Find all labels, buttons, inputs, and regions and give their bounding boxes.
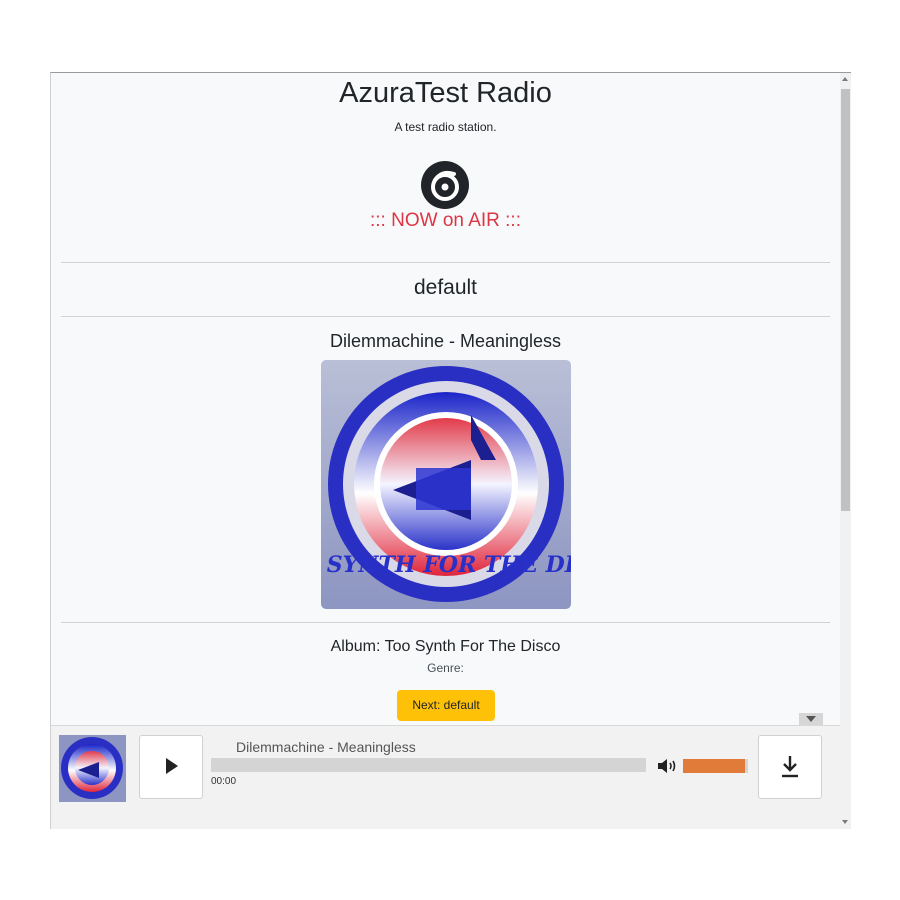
chevron-down-icon[interactable] — [799, 713, 823, 725]
divider — [61, 262, 830, 263]
elapsed-time: 00:00 — [211, 776, 237, 787]
now-playing-title: Dilemmachine - Meaningless — [329, 331, 562, 351]
playback-progress-bar[interactable] — [211, 758, 646, 772]
on-air-label: ::: NOW on AIR ::: — [370, 210, 521, 231]
station-name: AzuraTest Radio — [339, 77, 552, 109]
divider — [61, 316, 830, 317]
artwork-text: TOO SYNTH FOR THE DISCO — [321, 552, 571, 578]
vinyl-disc-icon — [421, 161, 469, 209]
download-button[interactable] — [758, 735, 822, 799]
genre-line: Genre: — [427, 661, 464, 675]
scrollbar-thumb[interactable] — [841, 89, 850, 511]
download-icon — [782, 756, 798, 778]
station-page: AzuraTest Radio A test radio station. ::… — [51, 73, 840, 725]
scroll-down-icon[interactable] — [842, 820, 848, 824]
album-artwork: TOO SYNTH FOR THE DISCO — [321, 360, 571, 609]
player-artwork-thumbnail — [59, 735, 126, 802]
player-track-title: Dilemmachine - Meaningless — [236, 739, 416, 755]
play-button[interactable] — [139, 735, 203, 799]
divider — [61, 622, 830, 623]
playlist-name: default — [413, 276, 478, 299]
volume-level — [683, 759, 745, 773]
volume-slider[interactable] — [683, 759, 748, 773]
next-song-button[interactable]: Next: default — [397, 690, 495, 721]
volume-icon[interactable] — [657, 757, 679, 775]
album-line: Album: Too Synth For The Disco — [330, 638, 561, 655]
scroll-up-icon[interactable] — [842, 77, 848, 81]
station-description: A test radio station. — [394, 120, 497, 134]
audio-player-bar: Dilemmachine - Meaningless 00:00 — [51, 725, 840, 829]
browser-viewport: AzuraTest Radio A test radio station. ::… — [50, 72, 851, 829]
